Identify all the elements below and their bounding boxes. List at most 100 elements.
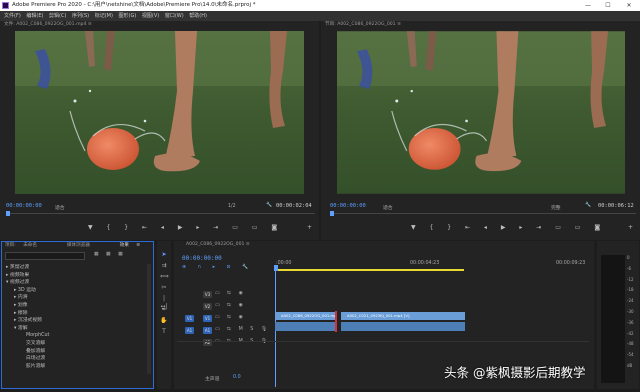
tree-item[interactable]: 白场过渡	[6, 355, 146, 363]
track-divider	[177, 341, 589, 342]
audio-meter-bars	[601, 255, 625, 383]
source-duration: 00:00:02:04	[276, 203, 312, 209]
effects-scrollbar[interactable]	[147, 264, 151, 374]
program-timecode[interactable]: 00:00:00:00	[330, 203, 366, 209]
track-controls-v2[interactable]: ▭ ⇆ ◉	[215, 303, 246, 308]
track-target-v1[interactable]: V1	[203, 315, 212, 322]
tree-item[interactable]: ▸ 内滑	[6, 294, 146, 302]
tools-panel: ➤ ⇉ ⟺ ✂ |↔| ✒ ✋ T	[157, 241, 171, 389]
tree-item[interactable]: 交叉溶解	[6, 340, 146, 348]
source-timecode[interactable]: 00:00:00:00	[6, 203, 42, 209]
tree-item[interactable]: ▸ 擦除	[6, 310, 146, 318]
source-patch-v1[interactable]: V1	[185, 315, 194, 322]
track-target-a1[interactable]: A1	[203, 327, 212, 334]
meter-scale: 0 -6 -12 -18 -24 -30 -36 -42 -48 -54 dB	[627, 255, 634, 368]
audio-clip[interactable]	[341, 322, 465, 331]
ruler-label-end: 00:00:09:23	[556, 261, 586, 266]
tree-item[interactable]: MorphCut	[6, 332, 146, 340]
track-select-tool-icon[interactable]: ⇉	[160, 262, 168, 270]
close-button[interactable]: ✕	[619, 0, 639, 11]
ruler-label-mid: 00:00:04:23	[410, 261, 440, 266]
source-video-frame	[15, 31, 304, 194]
video-clip[interactable]: A002_C086_0922OG_001.mp4	[275, 312, 335, 320]
program-monitor: 节目: A002_C086_0922OG_001 ≡ 00:00:00:00 适…	[321, 21, 640, 240]
maximize-button[interactable]: ☐	[598, 0, 618, 11]
add-button-icon[interactable]: +	[307, 224, 312, 231]
video-clip[interactable]: A002_C021_0923KJ_001.mp4 [V]	[341, 312, 465, 320]
tree-item[interactable]: ▸ 划像	[6, 302, 146, 310]
watermark-text: 头条 @紫枫摄影后期教学	[444, 365, 586, 380]
menu-marker[interactable]: 标记(M)	[95, 13, 113, 19]
source-transport-controls[interactable]: ▼ { } ⇤ ◂ ▶ ▸ ⇥ ▭ ▭ ◙	[88, 224, 283, 231]
program-playhead[interactable]	[330, 211, 334, 216]
menu-view[interactable]: 视图(V)	[142, 13, 159, 19]
minimize-button[interactable]: —	[578, 0, 598, 11]
timeline-snap-tools[interactable]: ⊕ ∩ ▸ ⊡ 🔧	[182, 265, 253, 270]
tab-project[interactable]: 项目: 未命名	[5, 243, 37, 248]
ripple-edit-tool-icon[interactable]: ⟺	[160, 273, 169, 281]
tree-item[interactable]: ▸ 3D 运动	[6, 287, 146, 295]
track-target-v3[interactable]: V3	[203, 291, 212, 298]
tree-item[interactable]: 叠加溶解	[6, 348, 146, 356]
timeline-timecode[interactable]: 00:00:00:00	[182, 255, 222, 262]
add-button-icon[interactable]: +	[628, 224, 633, 231]
menu-edit[interactable]: 编辑(E)	[26, 13, 43, 19]
type-tool-icon[interactable]: T	[160, 328, 168, 336]
ruler-label-start: :00:00	[276, 261, 292, 266]
audio-meter-panel: 0 -6 -12 -18 -24 -30 -36 -42 -48 -54 dB	[597, 241, 639, 389]
tree-item[interactable]: ▸ 沉浸式视频	[6, 317, 146, 325]
work-area-bar[interactable]	[274, 269, 464, 271]
selection-tool-icon[interactable]: ➤	[160, 251, 168, 259]
tree-item[interactable]: 胶片溶解	[6, 363, 146, 371]
program-frame-image	[337, 31, 625, 194]
hand-tool-icon[interactable]: ✋	[160, 317, 168, 325]
program-monitor-tab[interactable]: 节目: A002_C086_0922OG_001 ≡	[321, 21, 640, 29]
source-time-ruler[interactable]	[6, 213, 315, 214]
tree-item[interactable]: ▸ 视频效果	[6, 272, 146, 280]
track-controls-a1[interactable]: ▭ ⇆ M S 🎙	[215, 327, 270, 332]
edit-point-marker[interactable]	[335, 311, 337, 332]
menu-help[interactable]: 帮助(H)	[189, 13, 207, 19]
window-title: Adobe Premiere Pro 2020 - C:\用户\netshine…	[12, 2, 256, 8]
source-monitor-tab[interactable]: 文件: A002_C086_0922OG_001.mp4 ≡	[0, 21, 319, 29]
program-duration: 00:00:06:12	[598, 203, 634, 209]
program-quality-select[interactable]: 完整	[551, 204, 561, 211]
audio-clip[interactable]	[275, 322, 335, 331]
tab-media-browser[interactable]: 媒体浏览器	[67, 243, 90, 248]
menu-sequence[interactable]: 序列(S)	[72, 13, 89, 19]
program-transport-controls[interactable]: ▼ { } ⇤ ◂ ▶ ▸ ⇥ ▭ ▭ ◙	[411, 224, 606, 231]
razor-tool-icon[interactable]: ✂	[160, 284, 168, 292]
program-time-ruler[interactable]	[330, 213, 636, 214]
source-page-indicator: 1/2	[228, 204, 236, 209]
source-monitor: 文件: A002_C086_0922OG_001.mp4 ≡ 00:00:00:…	[0, 21, 319, 240]
track-headers: V3 V2 V1 V1 A1 A1 A2 ▭ ⇆ ◉ ▭ ⇆ ◉ ▭ ⇆ ◉ ▭…	[177, 289, 273, 382]
tree-item[interactable]: ▸ 蒸馏过渡	[6, 264, 146, 272]
menu-bar: 文件(F) 编辑(E) 剪辑(C) 序列(S) 标记(M) 图形(G) 视图(V…	[0, 11, 640, 21]
program-video-frame	[337, 31, 625, 194]
wrench-icon[interactable]: 🔧	[585, 203, 591, 208]
timeline-tab[interactable]: A002_C086_0922OG_001 ≡	[174, 241, 594, 249]
menu-window[interactable]: 窗口(W)	[165, 13, 184, 19]
menu-file[interactable]: 文件(F)	[4, 13, 21, 19]
tab-effects[interactable]: 效果 ≡	[120, 243, 141, 248]
source-playhead[interactable]	[6, 211, 10, 216]
source-patch-a1[interactable]: A1	[185, 327, 194, 334]
menu-graphics[interactable]: 图形(G)	[119, 13, 137, 19]
track-controls-v1[interactable]: ▭ ⇆ ◉	[215, 315, 246, 320]
tree-item[interactable]: ▾ 视频过渡	[6, 279, 146, 287]
program-zoom-select[interactable]: 适合	[383, 204, 393, 211]
slip-tool-icon[interactable]: |↔|	[160, 295, 168, 310]
master-track-value[interactable]: 0.0	[233, 375, 241, 380]
track-controls-v3[interactable]: ▭ ⇆ ◉	[215, 291, 246, 296]
effects-filter-icons[interactable]: ▦ ▦ ▦	[94, 252, 126, 257]
effects-panel: 项目: 未命名 媒体浏览器 效果 ≡ ▦ ▦ ▦ ▸ 蒸馏过渡 ▸ 视频效果 ▾…	[1, 241, 154, 389]
track-target-v2[interactable]: V2	[203, 303, 212, 310]
source-zoom-select[interactable]: 适合	[55, 204, 65, 211]
menu-clip[interactable]: 剪辑(C)	[49, 13, 66, 19]
source-frame-image	[15, 31, 304, 194]
wrench-icon[interactable]: 🔧	[266, 203, 272, 208]
title-bar: Adobe Premiere Pro 2020 - C:\用户\netshine…	[0, 0, 640, 11]
effects-search-input[interactable]	[5, 252, 85, 260]
tree-item[interactable]: ▾ 溶解	[6, 325, 146, 333]
pen-tool-icon[interactable]: ✒	[160, 306, 168, 314]
